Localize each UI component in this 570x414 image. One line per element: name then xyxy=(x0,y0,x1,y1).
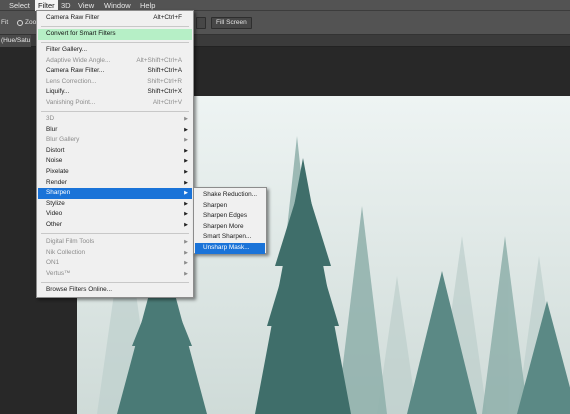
sharpen-submenu: Shake Reduction... Sharpen Sharpen Edges… xyxy=(193,187,267,254)
submenu-arrow-icon: ▶ xyxy=(184,200,188,207)
fit-label: Fit xyxy=(1,19,9,26)
menu-item-on1[interactable]: ON1 ▶ xyxy=(38,258,192,269)
menu-item-lens-correction[interactable]: Lens Correction... Shift+Ctrl+R xyxy=(38,77,192,88)
submenu-item-unsharp-mask[interactable]: Unsharp Mask... xyxy=(195,243,265,254)
menu-item-blur-gallery[interactable]: Blur Gallery ▶ xyxy=(38,135,192,146)
menu-item-pixelate[interactable]: Pixelate ▶ xyxy=(38,167,192,178)
menu-select[interactable]: Select xyxy=(6,0,33,11)
menu-item-sharpen[interactable]: Sharpen ▶ xyxy=(38,188,192,199)
menu-item-3d[interactable]: 3D ▶ xyxy=(38,114,192,125)
menu-item-camera-raw-filter[interactable]: Camera Raw Filter... Shift+Ctrl+A xyxy=(38,66,192,77)
fill-screen-button[interactable]: Fill Screen xyxy=(211,17,252,29)
submenu-arrow-icon: ▶ xyxy=(184,222,188,228)
submenu-item-sharpen-edges[interactable]: Sharpen Edges xyxy=(195,211,265,222)
submenu-arrow-icon: ▶ xyxy=(184,169,188,175)
menu-item-video[interactable]: Video ▶ xyxy=(38,209,192,220)
submenu-arrow-icon: ▶ xyxy=(184,239,188,245)
menu-item-distort[interactable]: Distort ▶ xyxy=(38,146,192,157)
submenu-arrow-icon: ▶ xyxy=(184,211,188,218)
submenu-item-smart-sharpen[interactable]: Smart Sharpen... xyxy=(195,232,265,243)
menu-separator xyxy=(41,111,189,112)
menu-separator xyxy=(41,282,189,283)
menu-item-noise[interactable]: Noise ▶ xyxy=(38,156,192,167)
menu-separator xyxy=(41,26,189,27)
submenu-item-sharpen-more[interactable]: Sharpen More xyxy=(195,222,265,233)
menu-item-browse-filters-online[interactable]: Browse Filters Online... xyxy=(38,285,192,296)
menu-item-convert-smart-filters[interactable]: Convert for Smart Filters xyxy=(38,29,192,40)
submenu-arrow-icon: ▶ xyxy=(184,260,188,267)
menu-item-render[interactable]: Render ▶ xyxy=(38,178,192,189)
submenu-item-sharpen[interactable]: Sharpen xyxy=(195,201,265,212)
submenu-item-shake-reduction[interactable]: Shake Reduction... xyxy=(195,190,265,201)
menu-item-liquify[interactable]: Liquify... Shift+Ctrl+X xyxy=(38,87,192,98)
submenu-arrow-icon: ▶ xyxy=(184,126,188,133)
menu-item-camera-raw-filter-last[interactable]: Camera Raw Filter Alt+Ctrl+F xyxy=(38,13,192,24)
menu-item-adaptive-wide-angle[interactable]: Adaptive Wide Angle... Alt+Shift+Ctrl+A xyxy=(38,56,192,67)
filter-menu: Camera Raw Filter Alt+Ctrl+F Convert for … xyxy=(36,10,194,298)
menu-item-nik-collection[interactable]: Nik Collection ▶ xyxy=(38,248,192,259)
submenu-arrow-icon: ▶ xyxy=(184,158,188,165)
zoom-radio[interactable] xyxy=(17,20,23,26)
menu-item-blur[interactable]: Blur ▶ xyxy=(38,125,192,136)
menu-separator xyxy=(41,233,189,234)
menu-item-stylize[interactable]: Stylize ▶ xyxy=(38,199,192,210)
menu-item-other[interactable]: Other ▶ xyxy=(38,220,192,231)
submenu-arrow-icon: ▶ xyxy=(184,116,188,122)
menu-item-vanishing-point[interactable]: Vanishing Point... Alt+Ctrl+V xyxy=(38,98,192,109)
menu-item-digital-film-tools[interactable]: Digital Film Tools ▶ xyxy=(38,237,192,248)
menu-item-filter-gallery[interactable]: Filter Gallery... xyxy=(38,45,192,56)
submenu-arrow-icon: ▶ xyxy=(184,179,188,186)
submenu-arrow-icon: ▶ xyxy=(184,137,188,144)
document-tab[interactable]: (Hue/Satu xyxy=(0,35,32,47)
submenu-arrow-icon: ▶ xyxy=(184,249,188,256)
submenu-arrow-icon: ▶ xyxy=(184,147,188,154)
menu-separator xyxy=(41,42,189,43)
fill-screen-left-button[interactable] xyxy=(196,17,206,29)
menu-item-vertus[interactable]: Vertus™ ▶ xyxy=(38,269,192,280)
submenu-arrow-icon: ▶ xyxy=(184,270,188,277)
submenu-arrow-icon: ▶ xyxy=(184,190,188,197)
